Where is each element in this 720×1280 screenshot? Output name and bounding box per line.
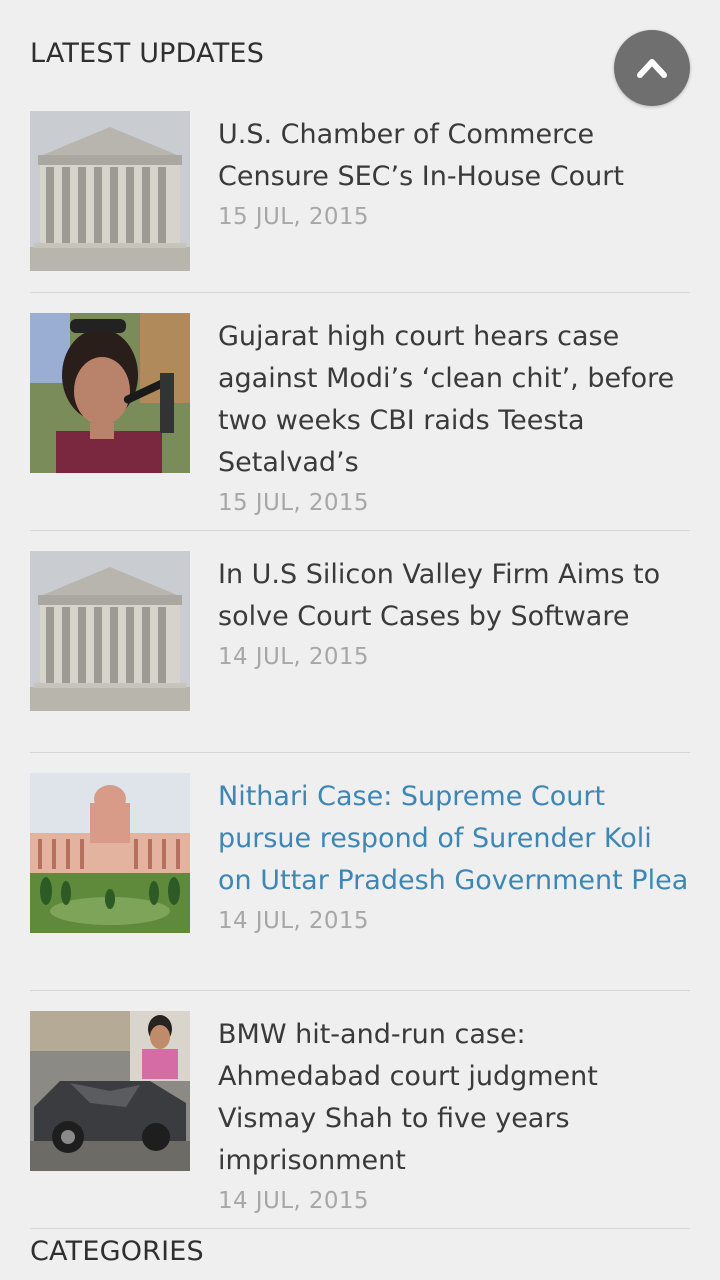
latest-updates-list: U.S. Chamber of Commerce Censure SEC’s I… [30,111,690,1229]
item-text: Gujarat high court hears case against Mo… [218,316,690,516]
item-date: 14 JUL, 2015 [218,908,369,934]
item-thumbnail[interactable] [30,551,190,711]
item-date: 15 JUL, 2015 [218,490,369,516]
item-date: 14 JUL, 2015 [218,1188,369,1214]
scroll-to-top-button[interactable] [614,30,690,106]
item-date: 14 JUL, 2015 [218,644,369,670]
item-date: 15 JUL, 2015 [218,204,369,230]
wrecked-car-and-man-on-phone-image [30,1011,190,1171]
item-thumbnail[interactable] [30,111,190,271]
item-title-link[interactable]: Nithari Case: Supreme Court pursue respo… [218,776,690,902]
list-item: BMW hit-and-run case: Ahmedabad court ju… [30,1011,690,1229]
item-thumbnail[interactable] [30,1011,190,1171]
item-title-link[interactable]: In U.S Silicon Valley Firm Aims to solve… [218,554,690,638]
item-text: In U.S Silicon Valley Firm Aims to solve… [218,554,690,670]
item-title-link[interactable]: Gujarat high court hears case against Mo… [218,316,690,484]
chevron-up-icon [637,59,667,78]
supreme-court-building-image [30,111,190,271]
latest-updates-heading: LATEST UPDATES [30,38,265,69]
item-text: U.S. Chamber of Commerce Censure SEC’s I… [218,114,690,230]
page: LATEST UPDATES U.S. Chamber of Commerce … [0,0,720,1280]
item-title-link[interactable]: BMW hit-and-run case: Ahmedabad court ju… [218,1014,690,1182]
list-item: U.S. Chamber of Commerce Censure SEC’s I… [30,111,690,293]
item-text: BMW hit-and-run case: Ahmedabad court ju… [218,1014,690,1214]
item-thumbnail[interactable] [30,773,190,933]
item-text: Nithari Case: Supreme Court pursue respo… [218,776,690,934]
list-item: In U.S Silicon Valley Firm Aims to solve… [30,551,690,753]
list-item: Nithari Case: Supreme Court pursue respo… [30,773,690,991]
woman-speaking-at-microphone-image [30,313,190,473]
supreme-court-building-image [30,551,190,711]
item-thumbnail[interactable] [30,313,190,473]
categories-heading: CATEGORIES [30,1236,204,1267]
list-item: Gujarat high court hears case against Mo… [30,313,690,531]
item-title-link[interactable]: U.S. Chamber of Commerce Censure SEC’s I… [218,114,690,198]
indian-supreme-court-building-image [30,773,190,933]
